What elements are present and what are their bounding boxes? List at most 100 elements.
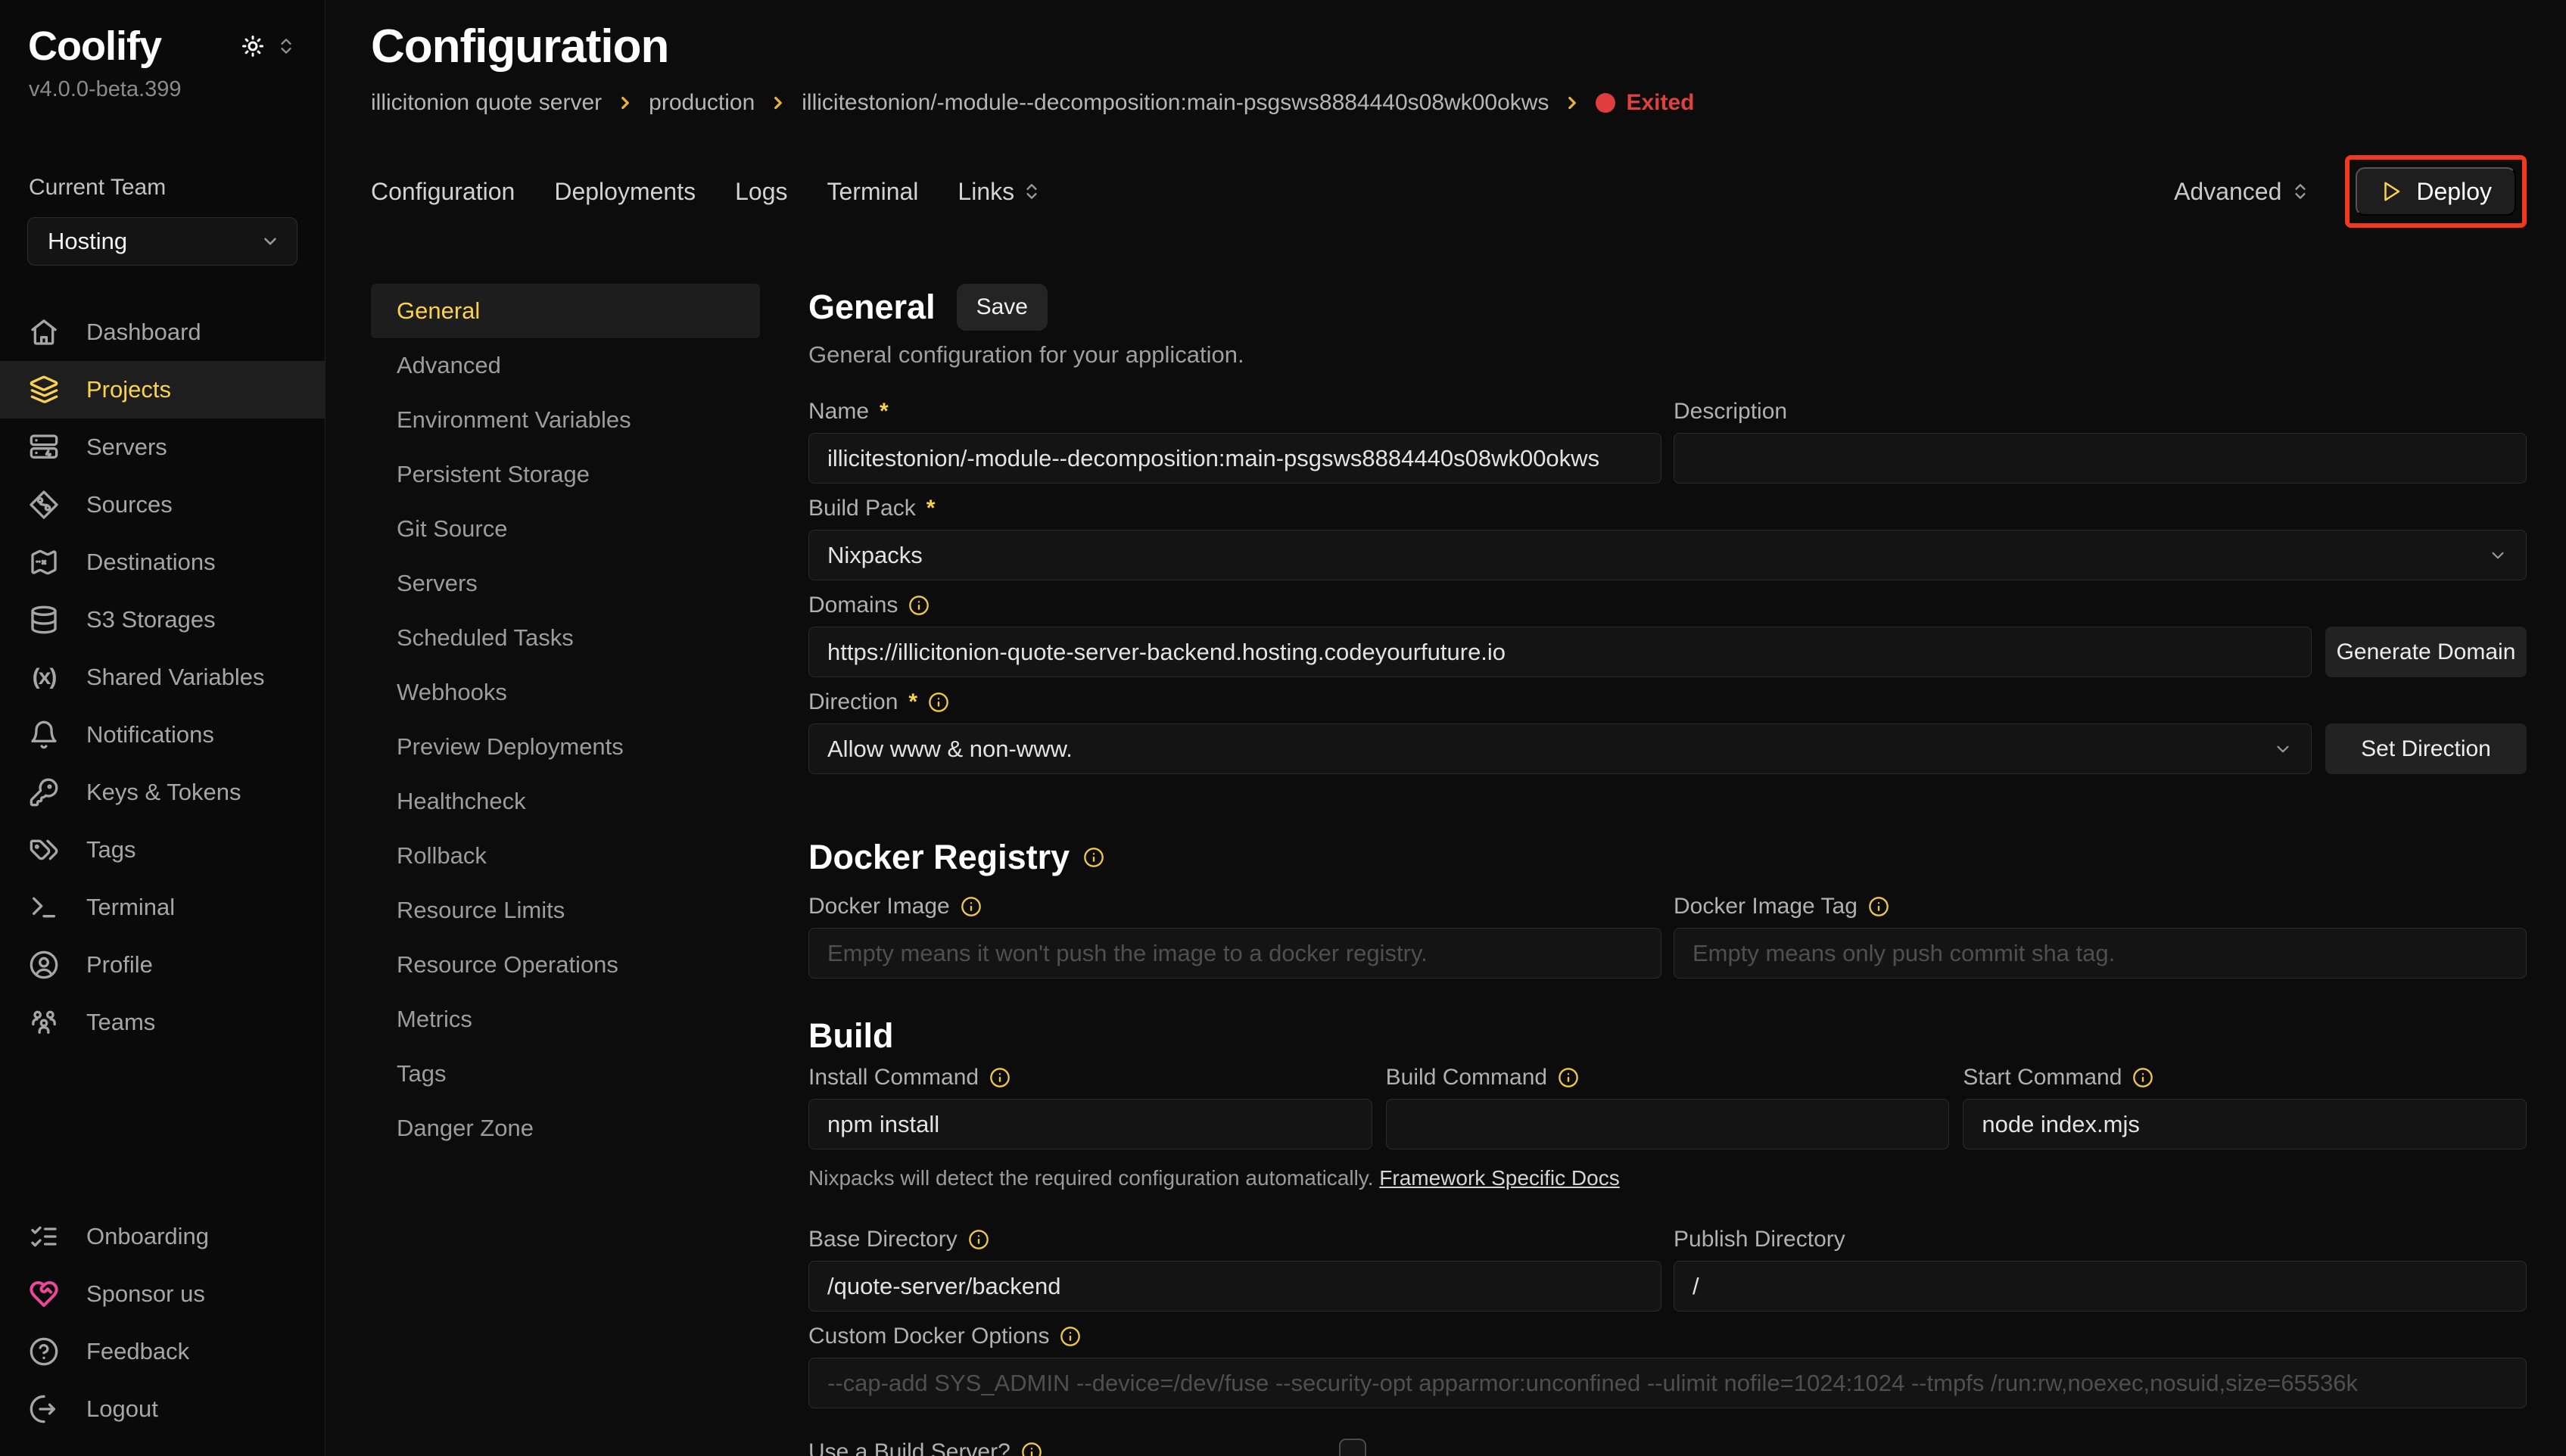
sidebar-item-projects[interactable]: Projects — [0, 361, 325, 418]
docker-image-tag-input[interactable] — [1674, 928, 2527, 978]
name-label: Name* — [808, 397, 1661, 426]
layers-icon — [29, 375, 59, 405]
tab-logs[interactable]: Logs — [735, 178, 787, 206]
docker-image-tag-label: Docker Image Tag — [1674, 892, 2527, 921]
chevron-right-icon — [768, 93, 788, 113]
subnav-item-persistent-storage[interactable]: Persistent Storage — [371, 447, 760, 502]
name-input[interactable] — [808, 433, 1661, 484]
subnav-item-metrics[interactable]: Metrics — [371, 992, 760, 1047]
status-dot-icon — [1596, 93, 1615, 113]
sidebar-item-logout[interactable]: Logout — [0, 1380, 325, 1438]
app-logo: Coolify — [28, 23, 161, 70]
subnav-item-servers[interactable]: Servers — [371, 556, 760, 611]
framework-docs-link[interactable]: Framework Specific Docs — [1379, 1166, 1619, 1190]
tab-links[interactable]: Links — [958, 178, 1042, 206]
chevron-down-icon — [2488, 546, 2508, 565]
description-label: Description — [1674, 397, 2527, 426]
sidebar-item-dashboard[interactable]: Dashboard — [0, 303, 325, 361]
tab-configuration[interactable]: Configuration — [371, 178, 515, 206]
build-server-checkbox[interactable] — [1339, 1439, 1366, 1456]
sidebar-item-label: Logout — [86, 1395, 158, 1423]
install-command-label: Install Command — [808, 1063, 1372, 1092]
subnav-item-webhooks[interactable]: Webhooks — [371, 665, 760, 720]
subnav-item-scheduled-tasks[interactable]: Scheduled Tasks — [371, 611, 760, 665]
sidebar-item-label: Profile — [86, 951, 153, 978]
description-input[interactable] — [1674, 433, 2527, 484]
subnav-item-git-source[interactable]: Git Source — [371, 502, 760, 556]
sidebar-item-label: Projects — [86, 376, 171, 403]
subnav-item-healthcheck[interactable]: Healthcheck — [371, 774, 760, 829]
domains-input[interactable] — [808, 627, 2312, 677]
sidebar-nav: Dashboard Projects Servers Sources Desti… — [0, 303, 325, 1051]
bell-icon — [29, 720, 59, 750]
theme-switcher[interactable] — [241, 35, 296, 58]
sidebar-item-sponsor-us[interactable]: Sponsor us — [0, 1265, 325, 1323]
start-command-label: Start Command — [1963, 1063, 2527, 1092]
play-icon — [2380, 180, 2403, 203]
docker-registry-heading: Docker Registry — [808, 838, 2527, 877]
docker-image-input[interactable] — [808, 928, 1661, 978]
key-icon — [29, 777, 59, 807]
direction-select[interactable]: Allow www & non-www. — [808, 723, 2312, 774]
sidebar-item-destinations[interactable]: Destinations — [0, 534, 325, 591]
sidebar-item-feedback[interactable]: Feedback — [0, 1323, 325, 1380]
sidebar-item-label: Tags — [86, 836, 135, 863]
sidebar-item-shared-variables[interactable]: (x) Shared Variables — [0, 649, 325, 706]
sidebar-item-teams[interactable]: Teams — [0, 994, 325, 1051]
breadcrumb-environment[interactable]: production — [649, 90, 755, 116]
generate-domain-button[interactable]: Generate Domain — [2325, 627, 2527, 677]
subnav-item-resource-limits[interactable]: Resource Limits — [371, 883, 760, 938]
subnav-item-advanced[interactable]: Advanced — [371, 338, 760, 393]
breadcrumb-project[interactable]: illicitonion quote server — [371, 90, 602, 116]
config-subnav: General Advanced Environment Variables P… — [371, 284, 760, 1456]
deploy-button[interactable]: Deploy — [2356, 167, 2516, 216]
chevron-right-icon — [1562, 93, 1582, 113]
subnav-item-resource-operations[interactable]: Resource Operations — [371, 938, 760, 992]
build-pack-select[interactable]: Nixpacks — [808, 530, 2527, 580]
advanced-dropdown[interactable]: Advanced — [2174, 178, 2310, 206]
main-area: Configuration illicitonion quote server … — [325, 0, 2566, 1456]
sidebar-item-label: Servers — [86, 434, 167, 461]
info-icon — [1083, 847, 1104, 868]
sidebar-item-s3-storages[interactable]: S3 Storages — [0, 591, 325, 649]
custom-docker-options-input[interactable] — [808, 1358, 2527, 1408]
publish-directory-input[interactable] — [1674, 1261, 2527, 1311]
subnav-item-tags[interactable]: Tags — [371, 1047, 760, 1101]
sidebar-item-keys-tokens[interactable]: Keys & Tokens — [0, 764, 325, 821]
help-icon — [29, 1336, 59, 1367]
set-direction-button[interactable]: Set Direction — [2325, 723, 2527, 774]
map-icon — [29, 547, 59, 577]
deploy-button-wrap: Deploy — [2345, 155, 2527, 228]
sidebar-item-notifications[interactable]: Notifications — [0, 706, 325, 764]
sidebar-item-tags[interactable]: Tags — [0, 821, 325, 879]
subnav-item-danger-zone[interactable]: Danger Zone — [371, 1101, 760, 1156]
users-icon — [29, 1007, 59, 1038]
subnav-item-environment-variables[interactable]: Environment Variables — [371, 393, 760, 447]
tab-deployments[interactable]: Deployments — [554, 178, 696, 206]
subnav-item-preview-deployments[interactable]: Preview Deployments — [371, 720, 760, 774]
chevron-right-icon — [615, 93, 635, 113]
info-icon — [968, 1229, 989, 1250]
page-title: Configuration — [371, 20, 2527, 73]
breadcrumb-application[interactable]: illicitestonion/-module--decomposition:m… — [802, 90, 1549, 116]
info-icon — [928, 692, 949, 713]
build-command-input[interactable] — [1386, 1099, 1950, 1150]
team-select[interactable]: Hosting — [27, 217, 297, 266]
base-directory-input[interactable] — [808, 1261, 1661, 1311]
info-icon — [989, 1067, 1011, 1088]
status-badge: Exited — [1596, 90, 1694, 116]
sidebar-item-sources[interactable]: Sources — [0, 476, 325, 534]
sidebar-item-onboarding[interactable]: Onboarding — [0, 1208, 325, 1265]
install-command-input[interactable] — [808, 1099, 1372, 1150]
chevron-down-icon — [2273, 739, 2293, 759]
sidebar-item-profile[interactable]: Profile — [0, 936, 325, 994]
tab-terminal[interactable]: Terminal — [827, 178, 918, 206]
subnav-item-general[interactable]: General — [371, 284, 760, 338]
direction-label: Direction* — [808, 688, 2312, 717]
subnav-item-rollback[interactable]: Rollback — [371, 829, 760, 883]
save-button[interactable]: Save — [957, 284, 1048, 331]
sun-icon — [241, 35, 264, 58]
sidebar-item-servers[interactable]: Servers — [0, 418, 325, 476]
start-command-input[interactable] — [1963, 1099, 2527, 1150]
sidebar-item-terminal[interactable]: Terminal — [0, 879, 325, 936]
